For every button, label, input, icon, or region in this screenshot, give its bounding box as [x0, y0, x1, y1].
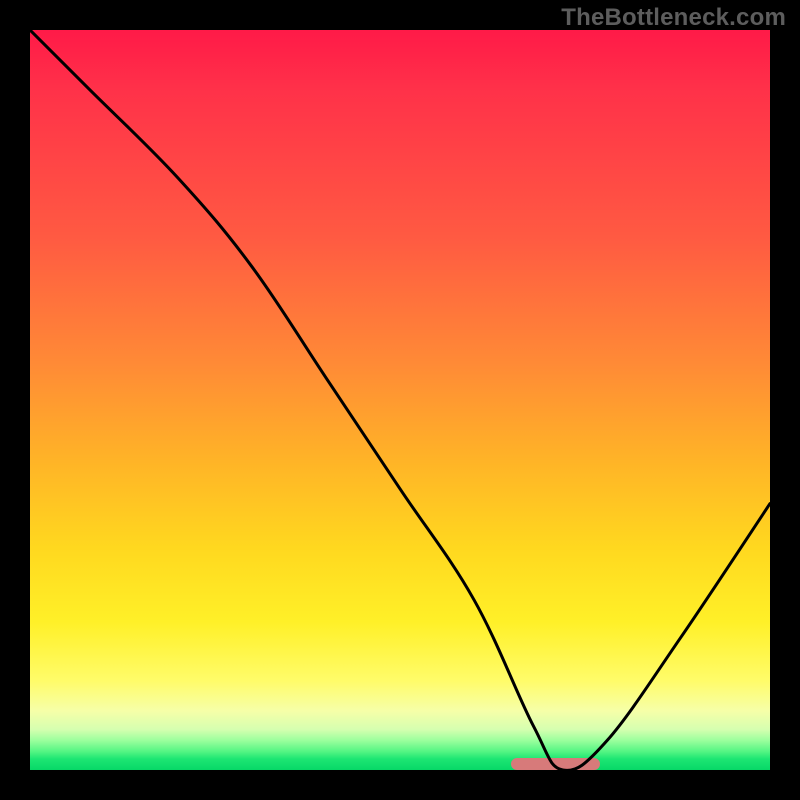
watermark-text: TheBottleneck.com: [561, 4, 786, 32]
chart-frame: TheBottleneck.com: [0, 0, 800, 800]
bottleneck-curve-line: [30, 30, 770, 770]
plot-area: [30, 30, 770, 770]
